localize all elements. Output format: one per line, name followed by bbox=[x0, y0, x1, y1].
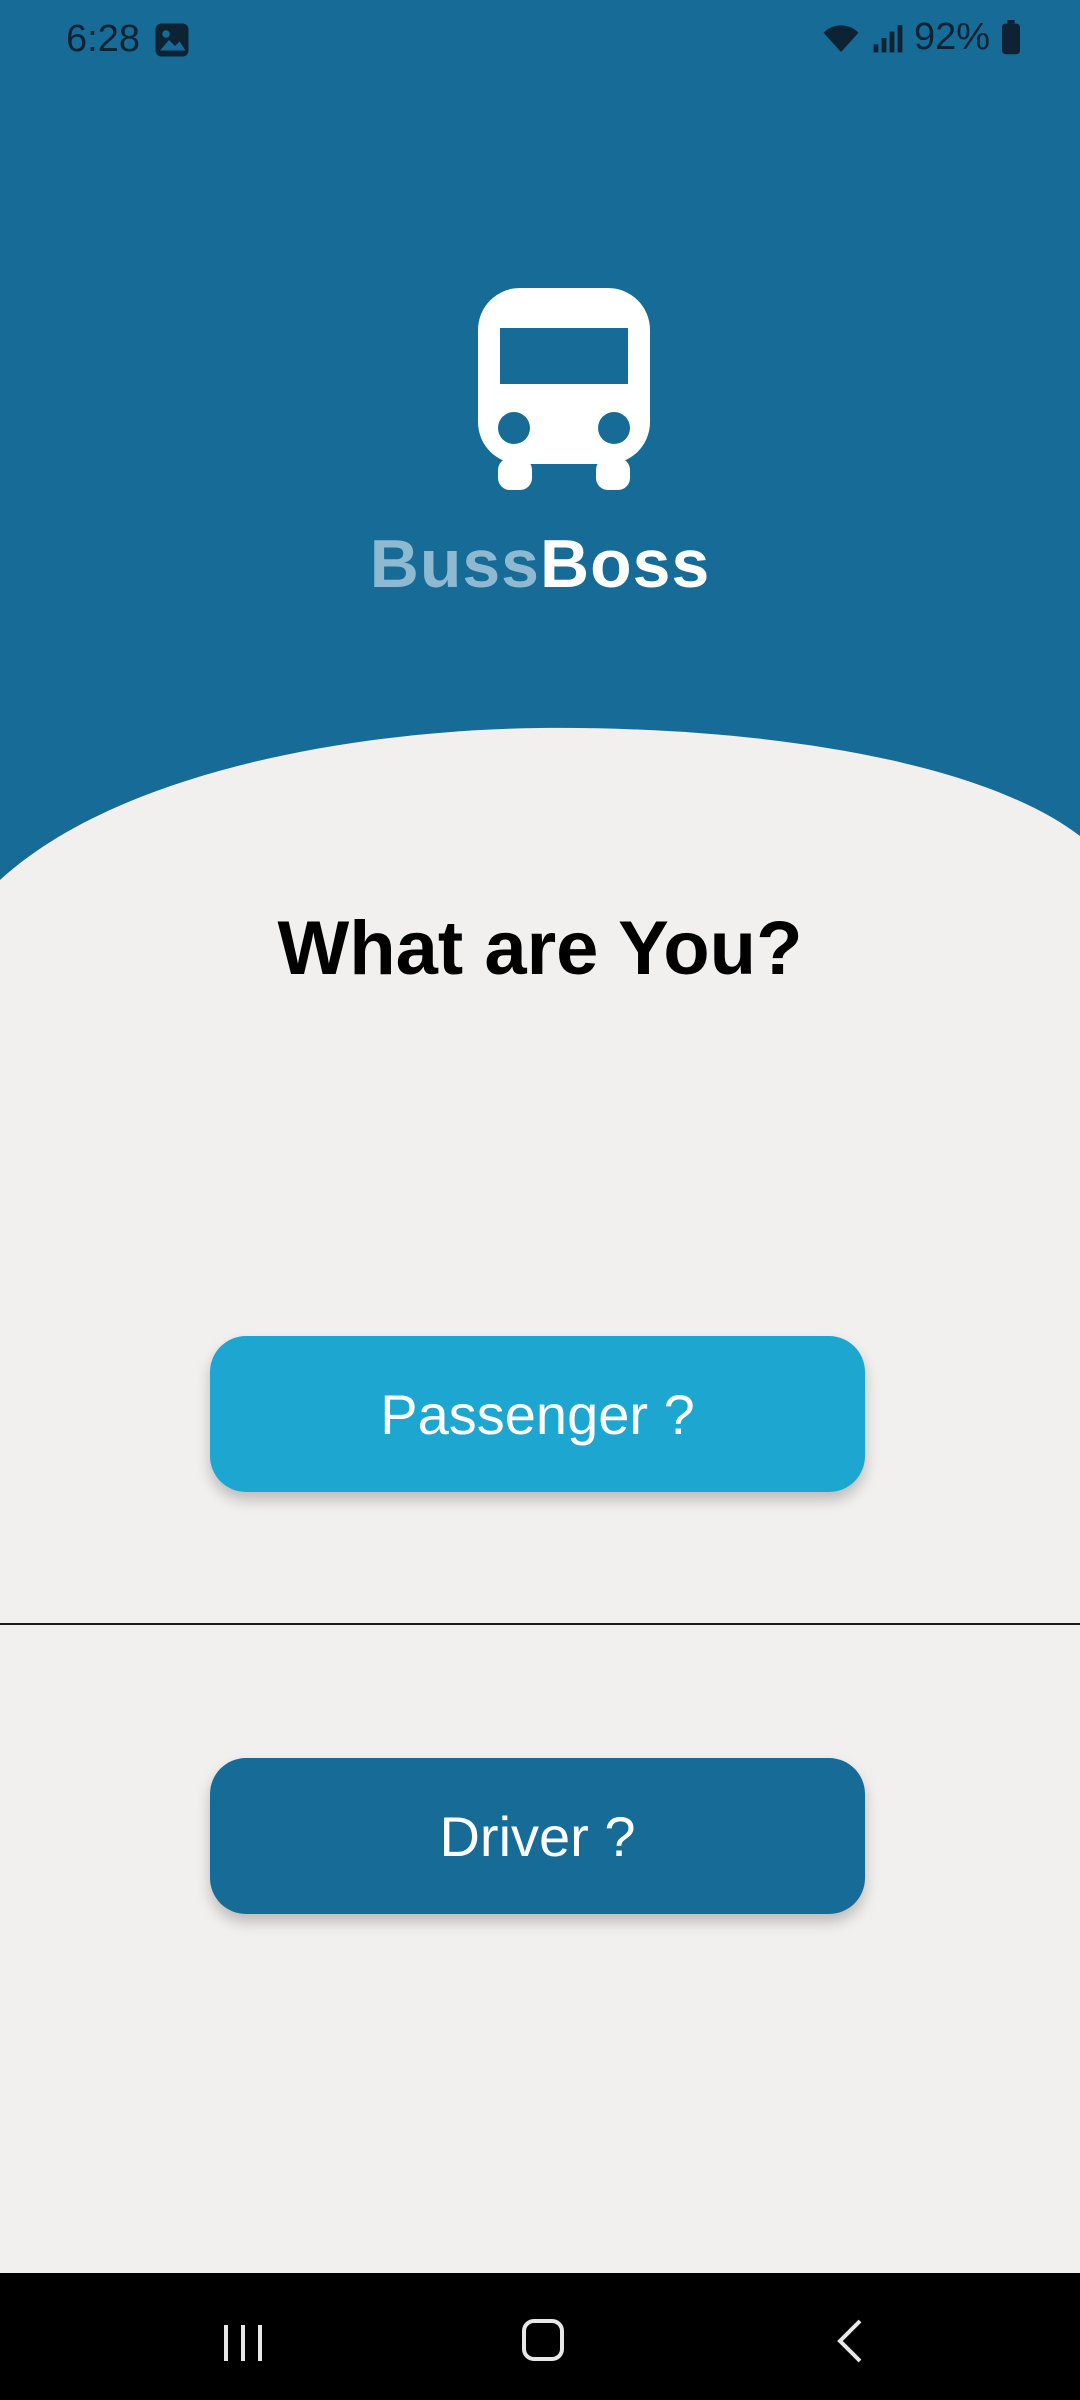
battery-percent: 92% bbox=[913, 16, 990, 58]
driver-button[interactable]: Driver ? bbox=[210, 1758, 865, 1914]
navigation-bar bbox=[0, 2273, 1080, 2400]
status-indicators: 92% bbox=[820, 16, 1022, 59]
header-curve bbox=[0, 727, 1080, 920]
gallery-icon bbox=[155, 23, 189, 57]
driver-button-label: Driver ? bbox=[439, 1804, 636, 1868]
wifi-icon bbox=[823, 24, 859, 52]
status-bar: 6:28 92% bbox=[0, 0, 1080, 80]
signal-icon bbox=[873, 24, 903, 52]
brand-part-1: Buss bbox=[369, 526, 540, 602]
page-title: What are You? bbox=[277, 906, 803, 991]
status-time: 6:28 bbox=[66, 18, 140, 60]
passenger-button-label: Passenger ? bbox=[380, 1382, 695, 1446]
divider bbox=[0, 1623, 1080, 1625]
passenger-button[interactable]: Passenger ? bbox=[210, 1336, 865, 1492]
home-icon[interactable] bbox=[509, 2305, 579, 2375]
recent-apps-icon[interactable] bbox=[208, 2305, 278, 2375]
brand-part-2: Boss bbox=[540, 526, 711, 602]
battery-icon bbox=[1002, 19, 1020, 54]
bus-icon bbox=[478, 288, 650, 490]
app-logo-text: BussBoss bbox=[0, 525, 1080, 603]
back-icon[interactable] bbox=[814, 2305, 884, 2375]
